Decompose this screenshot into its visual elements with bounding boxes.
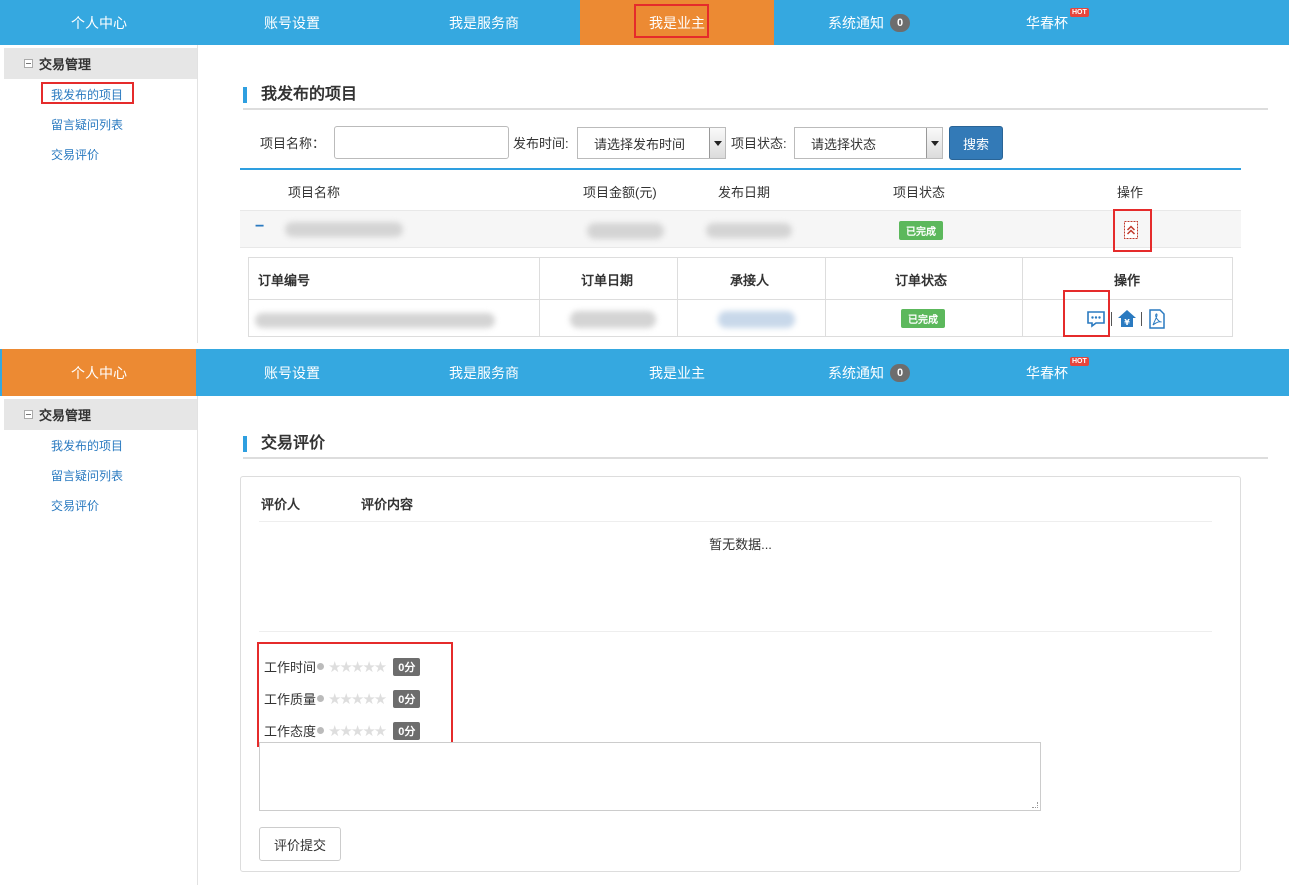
hot-badge: HOT — [1070, 8, 1089, 17]
redacted-contractor — [718, 311, 795, 328]
nav-personal-center[interactable]: 个人中心 — [2, 349, 196, 396]
divider — [1111, 312, 1112, 326]
nav-account-settings[interactable]: 账号设置 — [195, 0, 389, 45]
chevron-down-icon — [926, 128, 942, 158]
comment-icon[interactable] — [1085, 308, 1107, 330]
sidebar-item-evaluation[interactable]: 交易评价 — [51, 146, 99, 163]
nav-notifications[interactable]: 系统通知 0 — [772, 0, 966, 45]
divider — [259, 521, 1212, 522]
minus-icon — [24, 59, 33, 68]
redacted-date — [706, 223, 792, 238]
row-toggle[interactable]: − — [255, 218, 264, 236]
payment-icon[interactable]: ¥ — [1117, 309, 1137, 329]
star-icon[interactable]: ★★★★★ — [328, 722, 387, 740]
project-status-label: 项目状态: — [731, 136, 787, 151]
notify-count-badge: 0 — [890, 13, 910, 32]
col-actions: 操作 — [1117, 185, 1144, 200]
resize-grip-icon[interactable] — [1032, 802, 1038, 808]
divider — [677, 258, 678, 336]
sidebar: 交易管理 我发布的项目 留言疑问列表 交易评价 — [4, 396, 198, 885]
nav-huachun-cup[interactable]: 华春杯 HOT — [950, 0, 1144, 45]
publish-time-label: 发布时间: — [513, 136, 569, 151]
divider — [1022, 258, 1023, 336]
notify-count-badge: 0 — [890, 363, 910, 382]
star-icon[interactable]: ★★★★★ — [328, 658, 387, 676]
sidebar-header[interactable]: 交易管理 — [4, 48, 197, 79]
publish-time-select[interactable]: 请选择发布时间 — [577, 127, 726, 159]
nav-notifications[interactable]: 系统通知 0 — [772, 349, 966, 396]
reset-icon[interactable] — [317, 695, 325, 702]
col-contractor: 承接人 — [730, 273, 770, 288]
evaluation-box: 评价人 评价内容 暂无数据... 工作时间 ★★★★★ 0分 工作质量 ★★★★… — [240, 476, 1241, 872]
chevron-down-icon — [709, 128, 725, 158]
sidebar-item-evaluation[interactable]: 交易评价 — [51, 497, 99, 514]
col-reviewer: 评价人 — [261, 497, 301, 512]
svg-text:¥: ¥ — [1124, 318, 1130, 327]
col-review-content: 评价内容 — [361, 497, 414, 512]
order-status-badge: 已完成 — [901, 309, 945, 328]
nav-account-settings[interactable]: 账号设置 — [195, 349, 389, 396]
rating-label: 工作时间 — [264, 660, 317, 675]
divider — [249, 299, 1232, 300]
divider — [539, 258, 540, 336]
col-order-no: 订单编号 — [258, 273, 311, 288]
rating-label: 工作质量 — [264, 692, 317, 707]
empty-message: 暂无数据... — [709, 537, 772, 552]
projects-panel: 个人中心 账号设置 我是服务商 我是业主 系统通知 0 华春杯 HOT 交易管理 我… — [0, 0, 1289, 343]
col-project-amount: 项目金额(元) — [583, 185, 657, 200]
pdf-icon[interactable] — [1147, 308, 1167, 330]
nav-owner[interactable]: 我是业主 — [580, 349, 774, 396]
nav-personal-center[interactable]: 个人中心 — [2, 0, 196, 45]
minus-icon — [24, 410, 33, 419]
sidebar-item-my-projects[interactable]: 我发布的项目 — [51, 437, 123, 454]
nav-service-provider[interactable]: 我是服务商 — [387, 349, 581, 396]
rating-work-time: 工作时间 ★★★★★ 0分 — [264, 657, 421, 676]
score-badge: 0分 — [393, 689, 421, 708]
redacted-order-no — [255, 313, 495, 328]
sidebar-item-messages[interactable]: 留言疑问列表 — [51, 467, 123, 484]
sidebar-item-messages[interactable]: 留言疑问列表 — [51, 116, 123, 133]
col-order-actions: 操作 — [1114, 273, 1141, 288]
submit-review-button[interactable]: 评价提交 — [259, 827, 341, 861]
col-project-name: 项目名称 — [288, 185, 341, 200]
redacted-order-date — [570, 311, 656, 328]
page-title: 我发布的项目 — [243, 84, 1268, 110]
evaluation-panel: 个人中心 账号设置 我是服务商 我是业主 系统通知 0 华春杯 HOT 交易管理 我… — [0, 349, 1289, 885]
col-order-status: 订单状态 — [895, 273, 948, 288]
top-navbar: 个人中心 账号设置 我是服务商 我是业主 系统通知 0 华春杯 HOT — [0, 349, 1289, 396]
sidebar-header[interactable]: 交易管理 — [4, 399, 197, 430]
col-publish-date: 发布日期 — [718, 185, 771, 200]
score-badge: 0分 — [393, 721, 421, 740]
collapse-up-icon[interactable] — [1122, 219, 1140, 241]
sidebar: 交易管理 我发布的项目 留言疑问列表 交易评价 — [4, 45, 198, 343]
reset-icon[interactable] — [317, 727, 325, 734]
rating-work-attitude: 工作态度 ★★★★★ 0分 — [264, 721, 421, 740]
page-title: 交易评价 — [243, 433, 1268, 459]
redacted-amount — [587, 223, 664, 239]
divider — [1141, 312, 1142, 326]
project-name-label: 项目名称： — [260, 136, 326, 151]
top-navbar: 个人中心 账号设置 我是服务商 我是业主 系统通知 0 华春杯 HOT — [0, 0, 1289, 45]
table-top-line — [240, 168, 1241, 170]
divider — [825, 258, 826, 336]
rating-work-quality: 工作质量 ★★★★★ 0分 — [264, 689, 421, 708]
nav-huachun-cup[interactable]: 华春杯 HOT — [950, 349, 1144, 396]
sidebar-item-my-projects[interactable]: 我发布的项目 — [51, 86, 123, 103]
rating-label: 工作态度 — [264, 724, 317, 739]
col-project-status: 项目状态 — [893, 185, 946, 200]
hot-badge: HOT — [1070, 357, 1089, 366]
nav-service-provider[interactable]: 我是服务商 — [387, 0, 581, 45]
redacted-project-name — [285, 222, 403, 237]
nav-owner[interactable]: 我是业主 — [580, 0, 774, 45]
reset-icon[interactable] — [317, 663, 325, 670]
star-icon[interactable]: ★★★★★ — [328, 690, 387, 708]
search-button[interactable]: 搜索 — [949, 126, 1003, 160]
score-badge: 0分 — [393, 657, 421, 676]
review-textarea[interactable] — [259, 742, 1041, 811]
status-badge: 已完成 — [899, 221, 943, 240]
divider — [259, 631, 1212, 632]
project-name-input[interactable] — [334, 126, 509, 159]
col-order-date: 订单日期 — [581, 273, 634, 288]
project-status-select[interactable]: 请选择状态 — [794, 127, 943, 159]
